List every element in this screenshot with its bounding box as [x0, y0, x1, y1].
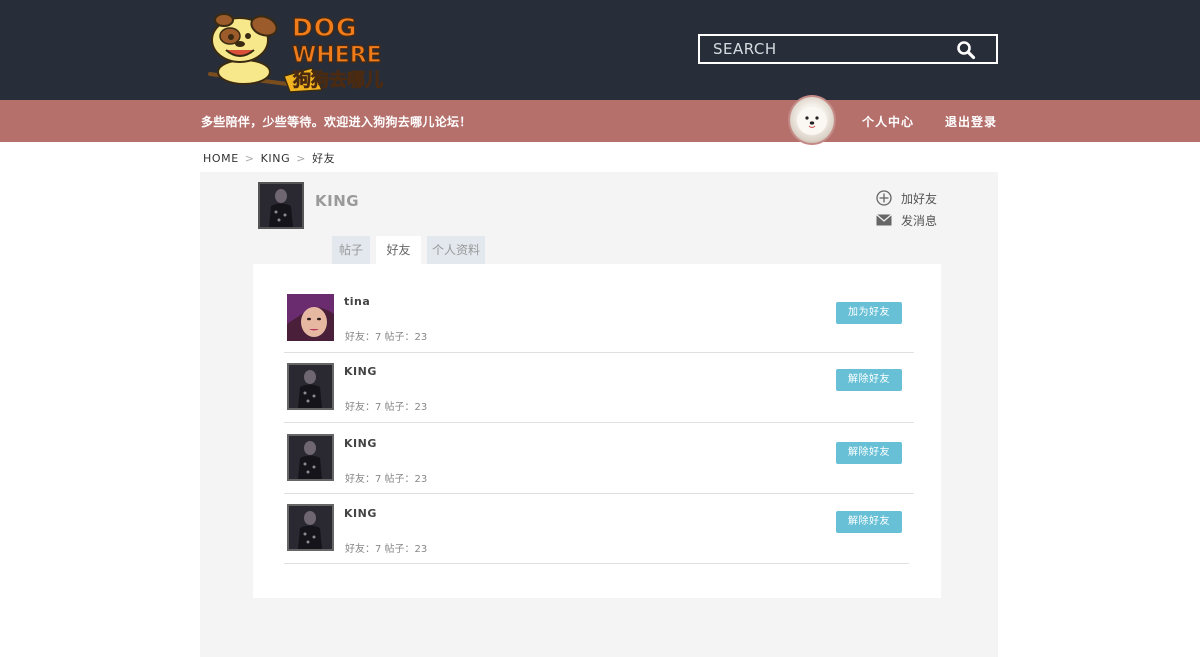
- personal-center-link[interactable]: 个人中心: [862, 113, 914, 130]
- list-item: KING 好友：7 帖子：23 解除好友: [284, 353, 914, 423]
- list-item: KING 好友：7 帖子：23 解除好友: [284, 424, 914, 494]
- dog-where-logo[interactable]: DOG WHERE 狗狗去哪儿: [200, 6, 390, 94]
- breadcrumb-current: 好友: [312, 152, 336, 165]
- plus-circle-icon: [876, 190, 892, 206]
- user-avatar[interactable]: [788, 95, 836, 145]
- king-avatar-image: [260, 184, 302, 227]
- friend-avatar[interactable]: [287, 434, 334, 481]
- row-divider: [284, 563, 909, 564]
- search-icon[interactable]: [956, 40, 976, 60]
- friend-avatar[interactable]: [287, 294, 334, 341]
- breadcrumb-user[interactable]: KING: [261, 152, 291, 165]
- tab-profile-info[interactable]: 个人资料: [427, 236, 485, 264]
- friend-stats: 好友：7 帖子：23: [345, 402, 428, 413]
- friend-stats: 好友：7 帖子：23: [345, 544, 428, 555]
- profile-name: KING: [315, 192, 360, 210]
- friend-name[interactable]: tina: [344, 295, 370, 308]
- friend-name[interactable]: KING: [344, 365, 377, 378]
- king-avatar-image: [289, 365, 332, 408]
- friends-list: tina 好友：7 帖子：23 加为好友 KING 好友：7 帖子：23 解除好…: [253, 264, 941, 598]
- svg-text:WHERE: WHERE: [292, 43, 382, 68]
- search-box: [698, 34, 998, 64]
- svg-text:DOG: DOG: [292, 13, 358, 42]
- king-avatar-image: [289, 506, 332, 549]
- friend-avatar[interactable]: [287, 504, 334, 551]
- tab-friends[interactable]: 好友: [376, 236, 421, 264]
- friend-stats: 好友：7 帖子：23: [345, 474, 428, 485]
- breadcrumb-separator: >: [244, 152, 255, 165]
- girl-avatar-image: [287, 294, 334, 341]
- breadcrumb-home[interactable]: HOME: [203, 152, 239, 165]
- samoyed-avatar-image: [797, 107, 827, 135]
- friend-name[interactable]: KING: [344, 507, 377, 520]
- send-message-label: 发消息: [901, 214, 938, 228]
- welcome-bar: 多些陪伴，少些等待。欢迎进入狗狗去哪儿论坛！ 个人中心 退出登录: [0, 95, 1200, 145]
- list-item: tina 好友：7 帖子：23 加为好友: [284, 283, 914, 353]
- search-input[interactable]: [700, 36, 950, 62]
- row-divider: [284, 422, 914, 423]
- remove-friend-button[interactable]: 解除好友: [836, 369, 902, 391]
- site-header: DOG WHERE 狗狗去哪儿: [0, 0, 1200, 100]
- friend-name[interactable]: KING: [344, 437, 377, 450]
- svg-text:狗狗去哪儿: 狗狗去哪儿: [293, 69, 383, 91]
- king-avatar-image: [289, 436, 332, 479]
- tab-posts[interactable]: 帖子: [332, 236, 370, 264]
- profile-avatar[interactable]: [258, 182, 304, 229]
- add-friend-button[interactable]: 加为好友: [836, 302, 902, 324]
- friend-avatar[interactable]: [287, 363, 334, 410]
- welcome-text: 多些陪伴，少些等待。欢迎进入狗狗去哪儿论坛！: [201, 115, 472, 129]
- envelope-icon: [876, 214, 892, 226]
- add-friend-label: 加好友: [901, 192, 938, 206]
- breadcrumb-separator: >: [296, 152, 307, 165]
- remove-friend-button[interactable]: 解除好友: [836, 442, 902, 464]
- list-item: KING 好友：7 帖子：23 解除好友: [284, 494, 914, 564]
- friend-stats: 好友：7 帖子：23: [345, 332, 428, 343]
- remove-friend-button[interactable]: 解除好友: [836, 511, 902, 533]
- profile-panel: KING 加好友 发消息 帖子 好友 个人资料 tina 好友：7 帖子：23 …: [200, 172, 998, 657]
- breadcrumb: HOME > KING > 好友: [203, 150, 335, 166]
- logout-link[interactable]: 退出登录: [945, 113, 997, 130]
